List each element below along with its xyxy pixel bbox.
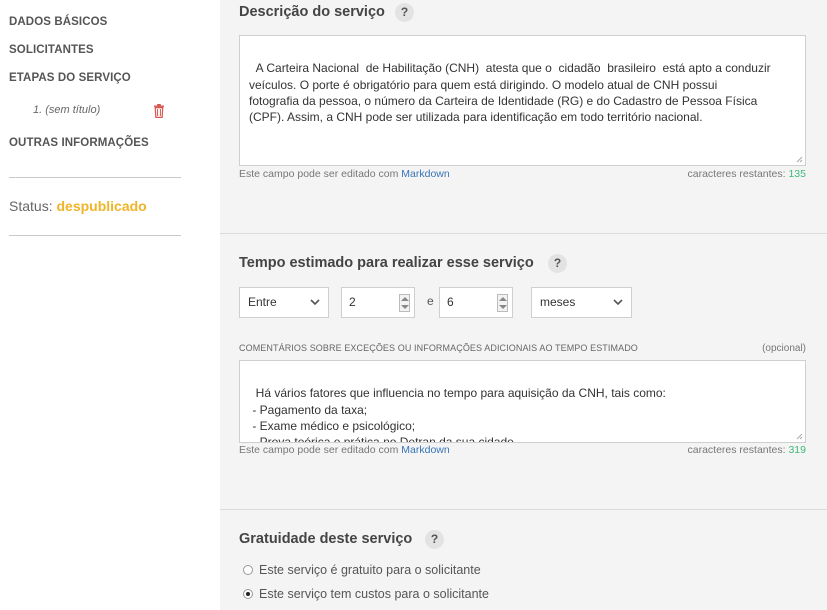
section-divider <box>220 233 827 234</box>
radio-gratuito-label: Este serviço é gratuito para o solicitan… <box>259 563 481 577</box>
nav-etapas-do-servico[interactable]: ETAPAS DO SERVIÇO <box>9 72 131 84</box>
max-time-input[interactable]: 6 <box>439 287 513 318</box>
comments-text: Há vários fatores que influencia no temp… <box>252 386 666 443</box>
status-line: Status: despublicado <box>9 198 147 214</box>
markdown-hint: Este campo pode ser editado com Markdown <box>239 168 450 180</box>
chars-remaining-count: 319 <box>788 444 806 456</box>
descricao-title: Descrição do serviço <box>239 4 385 20</box>
comments-textarea[interactable]: Há vários fatores que influencia no temp… <box>239 360 806 443</box>
status-value: despublicado <box>56 198 147 214</box>
status-label: Status: <box>9 198 53 214</box>
stepper-icon[interactable] <box>497 294 508 312</box>
help-icon[interactable]: ? <box>548 254 567 273</box>
chars-remaining-label: caracteres restantes: <box>687 168 786 180</box>
descricao-text: A Carteira Nacional de Habilitação (CNH)… <box>249 61 771 125</box>
min-time-value: 2 <box>349 295 356 309</box>
sidebar-divider <box>9 235 181 236</box>
chevron-down-icon <box>310 299 320 306</box>
sidebar-divider <box>9 177 181 178</box>
radio-com-custos[interactable]: Este serviço tem custos para o solicitan… <box>243 587 489 601</box>
nav-step-item[interactable]: 1. (sem título) <box>33 104 100 116</box>
nav-dados-basicos[interactable]: DADOS BÁSICOS <box>9 16 107 28</box>
hint-text: Este campo pode ser editado com <box>239 444 399 456</box>
chars-remaining: caracteres restantes: 319 <box>688 444 807 456</box>
unit-select[interactable]: meses <box>531 287 632 318</box>
radio-button[interactable] <box>243 565 253 575</box>
range-select[interactable]: Entre <box>239 287 329 318</box>
resize-handle-icon[interactable] <box>796 433 803 440</box>
tempo-title: Tempo estimado para realizar esse serviç… <box>239 255 534 271</box>
nav-outras-informacoes[interactable]: OUTRAS INFORMAÇÕES <box>9 137 149 149</box>
markdown-link[interactable]: Markdown <box>401 444 449 456</box>
chars-remaining-count: 135 <box>788 168 806 180</box>
range-select-value: Entre <box>248 295 277 309</box>
section-divider <box>220 509 827 510</box>
nav-solicitantes[interactable]: SOLICITANTES <box>9 44 94 56</box>
comments-label: COMENTÁRIOS SOBRE EXCEÇÕES OU INFORMAÇÕE… <box>239 343 638 353</box>
help-icon[interactable]: ? <box>395 3 414 22</box>
help-icon[interactable]: ? <box>425 530 444 549</box>
min-time-input[interactable]: 2 <box>341 287 415 318</box>
markdown-hint: Este campo pode ser editado com Markdown <box>239 444 450 456</box>
hint-text: Este campo pode ser editado com <box>239 168 399 180</box>
markdown-link[interactable]: Markdown <box>401 168 449 180</box>
radio-com-custos-label: Este serviço tem custos para o solicitan… <box>259 587 489 601</box>
unit-select-value: meses <box>540 295 576 309</box>
optional-label: (opcional) <box>762 343 806 354</box>
gratuidade-title: Gratuidade deste serviço <box>239 531 413 547</box>
stepper-icon[interactable] <box>399 294 410 312</box>
and-label: e <box>427 294 434 308</box>
chars-remaining-label: caracteres restantes: <box>687 444 786 456</box>
radio-gratuito[interactable]: Este serviço é gratuito para o solicitan… <box>243 563 481 577</box>
radio-button-selected[interactable] <box>243 589 253 599</box>
resize-handle-icon[interactable] <box>796 156 803 163</box>
trash-icon[interactable] <box>153 104 165 118</box>
sidebar: DADOS BÁSICOS SOLICITANTES ETAPAS DO SER… <box>0 0 220 610</box>
chars-remaining: caracteres restantes: 135 <box>688 168 807 180</box>
max-time-value: 6 <box>447 295 454 309</box>
descricao-textarea[interactable]: A Carteira Nacional de Habilitação (CNH)… <box>239 35 806 166</box>
chevron-down-icon <box>613 299 623 306</box>
